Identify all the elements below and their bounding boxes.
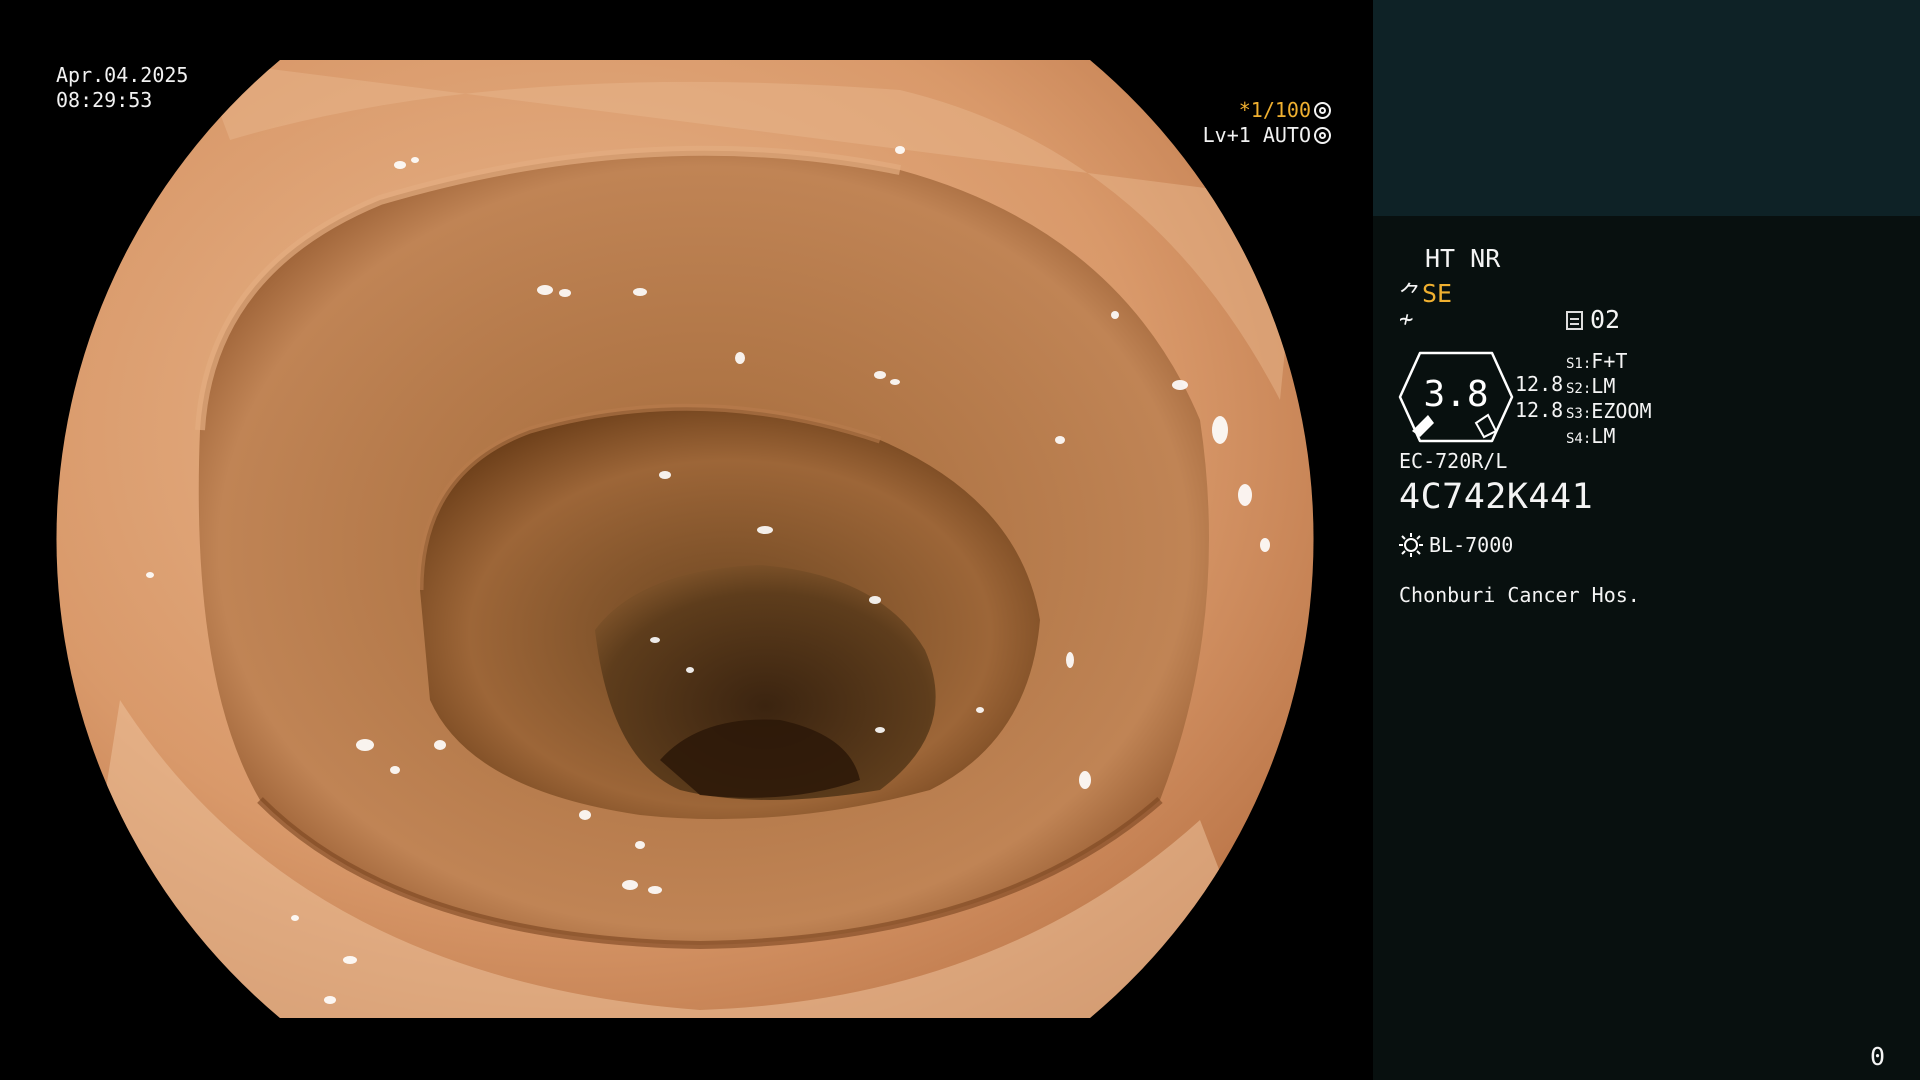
memory-value: 02 (1590, 305, 1621, 334)
switch-3-key: S3: (1566, 406, 1592, 422)
shutter-speed-text: *1/100 (1238, 98, 1311, 122)
switch-2-row: S2:LM (1566, 374, 1615, 398)
brightness-level-text: Lv+1 AUTO (1202, 123, 1311, 147)
se-mode: SE (1422, 279, 1453, 308)
auto-iris-icon (1314, 127, 1331, 144)
memory-icon (1566, 311, 1583, 330)
date-text: Apr.04.2025 (56, 63, 189, 87)
shutter-icon (1314, 102, 1331, 119)
color-mode-icon: ≁ (1399, 305, 1414, 333)
memory-row: 02 (1566, 305, 1620, 334)
colon-lumen-view (56, 60, 1314, 1018)
light-source-text: BL-7000 (1429, 533, 1514, 557)
switch-4-row: S4:LM (1566, 424, 1615, 448)
switch-2-key: S2: (1566, 381, 1592, 397)
exposure-readout: *1/100 Lv+1 AUTO (1203, 98, 1331, 148)
scope-model: EC-720R/L (1399, 449, 1508, 473)
value-a: 12.8 (1515, 372, 1564, 396)
panel-header-area (1373, 0, 1920, 216)
time-text: 08:29:53 (56, 88, 153, 112)
structure-enhancement-row: ⺈SE (1399, 275, 1452, 309)
hospital-name: Chonburi Cancer Hos. (1399, 583, 1640, 607)
switch-2-value: LM (1591, 374, 1616, 398)
date-time-readout: Apr.04.2025 08:29:53 (56, 63, 188, 113)
image-counter: 0 (1870, 1042, 1886, 1071)
switch-3-row: S3:EZOOM (1566, 399, 1652, 423)
scope-serial: 4C742K441 (1399, 477, 1594, 517)
endoscope-image: Apr.04.2025 08:29:53 *1/100 Lv+1 AUTO (0, 0, 1373, 1080)
switch-1-key: S1: (1566, 356, 1592, 372)
switch-4-value: LM (1591, 424, 1616, 448)
switch-3-value: EZOOM (1591, 399, 1652, 423)
gauge-value: 3.8 (1423, 374, 1489, 415)
switch-1-row: S1:F+T (1566, 349, 1627, 373)
switch-1-value: F+T (1591, 349, 1628, 373)
ht-nr-mode: HT NR (1425, 244, 1501, 273)
light-source-row: BL-7000 (1399, 533, 1513, 557)
info-panel: HT NR ⺈SE ≁ 02 3.8 12.8 12.8 S1:F+T S2:L… (1373, 0, 1920, 1080)
light-source-icon (1399, 533, 1423, 557)
value-b: 12.8 (1515, 398, 1564, 422)
switch-4-key: S4: (1566, 431, 1592, 447)
